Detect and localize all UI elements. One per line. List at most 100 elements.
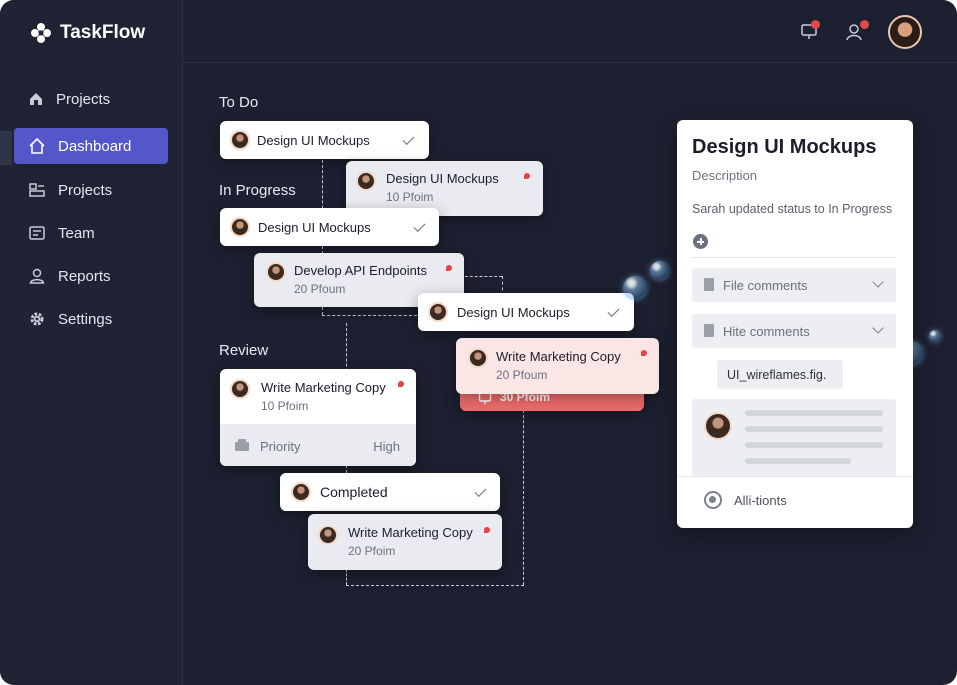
avatar	[230, 217, 250, 237]
column-label-todo: To Do	[219, 94, 259, 111]
detail-description-label: Description	[692, 168, 758, 183]
flag-icon	[524, 173, 530, 179]
footer-action[interactable]: Alli-tionts	[704, 490, 787, 510]
avatar	[230, 379, 250, 399]
accordion-label: File comments	[723, 278, 808, 293]
divider	[677, 476, 913, 477]
notification-badge	[811, 20, 820, 29]
task-meta: 20 Pfoum	[294, 282, 346, 296]
task-title: Write Marketing Copy	[348, 525, 473, 540]
avatar	[704, 412, 732, 440]
file-comments-accordion[interactable]: File comments	[692, 268, 896, 302]
attachment-chip[interactable]: UI_wireflames.fig.	[717, 360, 843, 389]
sidebar-item-label: Dashboard	[58, 137, 132, 155]
sidebar-item-label: Team	[58, 224, 95, 242]
comment-text-placeholder	[745, 442, 883, 448]
flag-icon	[446, 265, 452, 271]
gear-icon	[30, 312, 44, 326]
app-name: TaskFlow	[60, 22, 146, 43]
sidebar-item-label: Reports	[58, 267, 111, 285]
avatar	[318, 525, 338, 545]
task-card[interactable]: Design UI Mockups	[220, 208, 439, 246]
hite-comments-accordion[interactable]: Hite comments	[692, 314, 896, 348]
logo-icon	[31, 23, 51, 43]
team-icon	[29, 226, 45, 240]
task-title: Write Marketing Copy	[261, 380, 386, 395]
home-icon	[30, 93, 42, 105]
avatar	[428, 302, 448, 322]
connector-line	[465, 276, 502, 277]
sidebar-item-reports[interactable]: Reports	[14, 258, 168, 294]
task-meta: 10 Pfoim	[261, 399, 309, 413]
task-title: Design UI Mockups	[457, 305, 570, 320]
reports-icon	[29, 268, 45, 284]
sidebar-item-projects-top[interactable]: Projects	[14, 81, 168, 117]
projects-icon	[29, 183, 45, 197]
check-icon[interactable]	[402, 132, 415, 146]
sidebar-item-label: Settings	[58, 310, 113, 328]
connector-line	[346, 585, 524, 586]
task-card[interactable]: Design UI Mockups	[220, 121, 429, 159]
priority-label: Priority	[260, 439, 301, 454]
task-card[interactable]: Design UI Mockups	[418, 293, 634, 331]
bubble-decoration	[623, 276, 647, 300]
connector-line	[322, 315, 417, 316]
footer-label: Alli-tionts	[734, 492, 787, 508]
document-icon	[704, 278, 714, 291]
task-meta: 20 Pfoum	[496, 368, 548, 382]
connector-line	[346, 569, 347, 585]
detail-title: Design UI Mockups	[692, 136, 877, 158]
sidebar-item-label: Projects	[56, 90, 111, 108]
detail-status-update: Sarah updated status to In Progress	[692, 202, 893, 216]
sidebar: TaskFlow Projects Dashboard Projects Tea…	[0, 0, 183, 685]
record-icon	[704, 491, 722, 509]
priority-value: High	[373, 439, 400, 454]
avatar	[468, 348, 488, 368]
task-meta: 20 Pfoim	[348, 544, 396, 558]
task-title: Write Marketing Copy	[496, 349, 621, 364]
sidebar-item-team[interactable]: Team	[14, 215, 168, 251]
chevron-down-icon	[872, 276, 884, 288]
sidebar-item-dashboard[interactable]: Dashboard	[14, 128, 168, 164]
check-icon[interactable]	[607, 304, 620, 318]
connector-line	[523, 400, 524, 585]
avatar	[356, 171, 376, 191]
bubble-decoration	[650, 261, 669, 280]
user-menu-button[interactable]	[844, 20, 869, 47]
comment-text-placeholder	[745, 458, 851, 464]
check-icon[interactable]	[474, 484, 487, 498]
avatar	[230, 130, 250, 150]
task-title: Design UI Mockups	[386, 171, 499, 186]
flag-icon	[398, 381, 404, 387]
active-indicator	[0, 131, 12, 165]
check-icon[interactable]	[413, 219, 426, 233]
sidebar-item-label: Projects	[58, 181, 113, 199]
profile-avatar[interactable]	[888, 15, 922, 49]
sidebar-item-settings[interactable]: Settings	[14, 301, 168, 337]
add-icon[interactable]	[693, 234, 708, 249]
dashboard-icon	[29, 137, 45, 154]
top-bar	[182, 0, 957, 63]
app-window: TaskFlow Projects Dashboard Projects Tea…	[0, 0, 957, 685]
task-card[interactable]: Write Marketing Copy 20 Pfoum	[456, 338, 659, 394]
notifications-button[interactable]	[800, 20, 820, 47]
task-card[interactable]: Write Marketing Copy 10 Pfoim Priority H…	[220, 369, 416, 466]
chevron-down-icon	[872, 322, 884, 334]
completed-title: Completed	[320, 484, 388, 500]
task-title: Develop API Endpoints	[294, 263, 427, 278]
comment-box[interactable]	[692, 399, 896, 476]
document-icon	[704, 324, 714, 337]
task-title: Design UI Mockups	[258, 220, 371, 235]
flag-icon	[484, 527, 490, 533]
task-detail-panel: Design UI Mockups Description Sarah upda…	[677, 120, 913, 528]
bubble-decoration	[929, 330, 941, 342]
divider	[692, 257, 896, 258]
completed-header[interactable]: Completed	[280, 473, 500, 511]
priority-row: Priority High	[220, 424, 416, 466]
sidebar-item-projects[interactable]: Projects	[14, 172, 168, 208]
app-logo[interactable]: TaskFlow	[30, 22, 145, 44]
comment-text-placeholder	[745, 410, 883, 416]
task-card[interactable]: Write Marketing Copy 20 Pfoim	[308, 514, 502, 570]
flag-icon	[641, 350, 647, 356]
avatar	[266, 262, 286, 282]
